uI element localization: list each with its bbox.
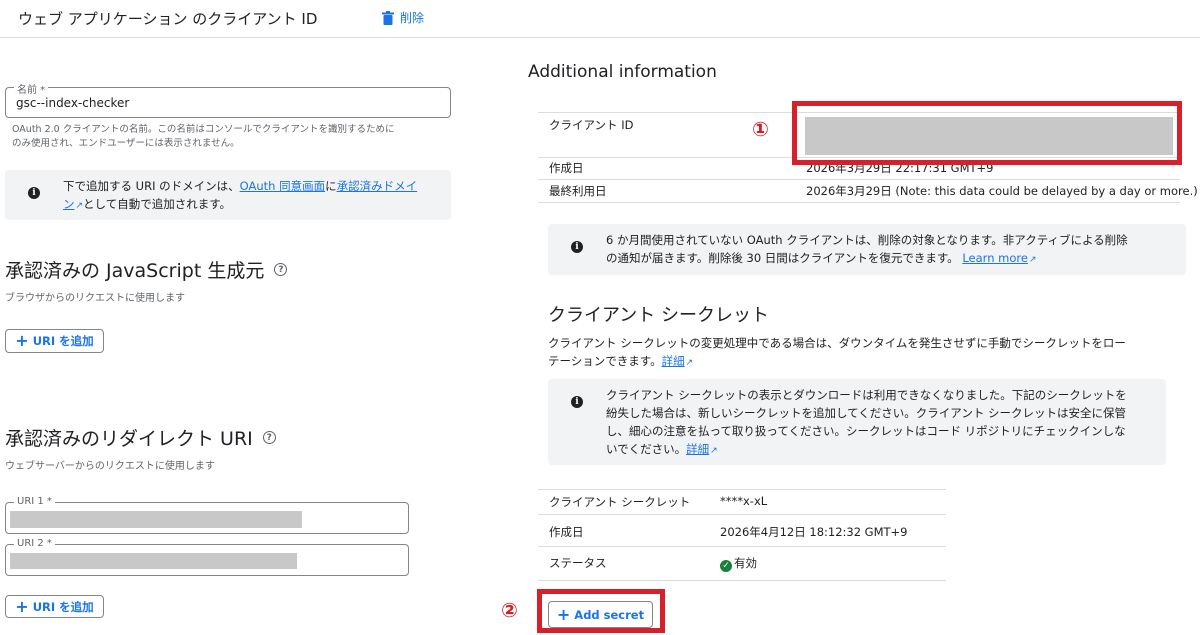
created-label: 作成日 bbox=[549, 161, 584, 175]
client-secret-description: クライアント シークレットの変更処理中である場合は、ダウンタイムを発生させずに手… bbox=[548, 334, 1198, 372]
js-origins-title: 承認済みの JavaScript 生成元 bbox=[5, 260, 265, 282]
details-link[interactable]: 詳細 bbox=[662, 354, 685, 368]
secret-notice-text: クライアント シークレットの表示とダウンロードは利用できなくなりました。下記のシ… bbox=[606, 386, 1162, 460]
divider bbox=[538, 580, 946, 581]
uri1-redacted-value bbox=[10, 511, 302, 528]
add-js-origin-label: URI を追加 bbox=[32, 334, 94, 348]
page-title: ウェブ アプリケーション のクライアント ID bbox=[18, 10, 318, 28]
annotation-box-2 bbox=[537, 589, 665, 633]
uri2-field[interactable]: URI 2 * bbox=[5, 538, 409, 576]
info-icon: i bbox=[571, 396, 583, 408]
domain-notice: i 下で追加する URI のドメインは、OAuth 同意画面に承認済みドメイン↗… bbox=[5, 170, 451, 220]
domain-notice-text: 下で追加する URI のドメインは、OAuth 同意画面に承認済みドメイン↗とし… bbox=[63, 177, 443, 215]
annotation-box-1 bbox=[792, 101, 1182, 165]
external-link-icon: ↗ bbox=[1028, 255, 1037, 265]
redirect-uris-title: 承認済みのリダイレクト URI bbox=[5, 428, 253, 450]
inactive-notice-line1: 6 か月間使用されていない OAuth クライアントは、削除の対象となります。非… bbox=[606, 233, 1128, 247]
trash-icon bbox=[382, 10, 394, 25]
uri1-field[interactable]: URI 1 * bbox=[5, 496, 409, 534]
secret-created-value: 2026年4月12日 18:12:32 GMT+9 bbox=[720, 525, 908, 539]
inactive-notice-text: 6 か月間使用されていない OAuth クライアントは、削除の対象となります。非… bbox=[606, 231, 1176, 269]
secret-notice-line3: し、細心の注意を払って取り扱ってください。シークレットはコード リポジトリにチェ… bbox=[606, 424, 1126, 438]
divider bbox=[538, 202, 1180, 203]
js-origins-title-row: 承認済みの JavaScript 生成元 ? bbox=[5, 256, 288, 283]
uri2-field-label: URI 2 * bbox=[14, 538, 55, 549]
name-helper-line2: のみ使用され、エンドユーザーには表示されません。 bbox=[12, 138, 240, 149]
redirect-uris-title-row: 承認済みのリダイレクト URI ? bbox=[5, 424, 276, 451]
uri2-redacted-value bbox=[10, 553, 297, 569]
uri1-field-label: URI 1 * bbox=[14, 496, 55, 507]
authorized-domains-link-cont[interactable]: ン bbox=[63, 197, 75, 211]
annotation-marker-2: ② bbox=[501, 598, 518, 622]
help-icon[interactable]: ? bbox=[274, 263, 288, 276]
external-link-icon: ↗ bbox=[75, 201, 84, 211]
inactive-client-notice: i 6 か月間使用されていない OAuth クライアントは、削除の対象となります… bbox=[548, 224, 1186, 275]
divider bbox=[538, 514, 946, 515]
additional-info-title: Additional information bbox=[528, 62, 717, 82]
domain-notice-mid: に bbox=[325, 179, 337, 193]
secret-download-notice: i クライアント シークレットの表示とダウンロードは利用できなくなりました。下記… bbox=[548, 379, 1166, 465]
help-icon[interactable]: ? bbox=[262, 431, 276, 444]
divider bbox=[538, 489, 946, 490]
annotation-marker-1: ① bbox=[752, 117, 769, 141]
delete-button[interactable]: 削除 bbox=[382, 9, 424, 26]
notice-details-link[interactable]: 詳細 bbox=[686, 442, 709, 456]
external-link-icon: ↗ bbox=[710, 446, 718, 456]
plus-icon: + bbox=[15, 331, 29, 350]
secret-created-label: 作成日 bbox=[549, 525, 584, 539]
name-helper-line1: OAuth 2.0 クライアントの名前。この名前はコンソールでクライアントを識別… bbox=[12, 124, 395, 135]
status-label: ステータス bbox=[549, 556, 607, 570]
plus-icon: + bbox=[15, 596, 29, 616]
last-used-label: 最終利用日 bbox=[549, 184, 607, 198]
oauth-consent-link[interactable]: OAuth 同意画面 bbox=[240, 179, 325, 193]
last-used-value: 2026年3月29日 (Note: this data could be del… bbox=[806, 184, 1198, 198]
domain-notice-pre: 下で追加する URI のドメインは、 bbox=[63, 179, 240, 193]
domain-notice-post: として自動で追加されます。 bbox=[83, 197, 232, 211]
add-redirect-uri-button[interactable]: + URI を追加 bbox=[5, 595, 104, 618]
client-secret-title: クライアント シークレット bbox=[548, 305, 770, 326]
secret-notice-line2: 紛失した場合は、新しいシークレットを追加してください。クライアント シークレット… bbox=[606, 406, 1126, 420]
add-redirect-uri-label: URI を追加 bbox=[32, 599, 94, 614]
external-link-icon: ↗ bbox=[685, 358, 694, 368]
client-secret-desc-line2: テーションできます。 bbox=[548, 354, 662, 368]
add-js-origin-uri-button[interactable]: + URI を追加 bbox=[5, 329, 104, 353]
secret-label: クライアント シークレット bbox=[549, 495, 691, 509]
authorized-domains-link[interactable]: 承認済みドメイ bbox=[337, 179, 418, 193]
info-icon: i bbox=[571, 241, 583, 253]
secret-notice-line1: クライアント シークレットの表示とダウンロードは利用できなくなりました。下記のシ… bbox=[606, 388, 1127, 402]
divider bbox=[538, 179, 1180, 180]
delete-label: 削除 bbox=[400, 11, 425, 25]
secret-value: ****x-xL bbox=[720, 494, 768, 508]
redirect-uris-subtitle: ウェブサーバーからのリクエストに使用します bbox=[5, 461, 215, 472]
inactive-notice-line2: の通知が届きます。削除後 30 日間はクライアントを復元できます。 bbox=[606, 251, 959, 265]
name-field-value: gsc--index-checker bbox=[16, 96, 130, 110]
info-icon: i bbox=[28, 187, 40, 199]
check-circle-icon: ✓ bbox=[720, 560, 732, 572]
name-field[interactable]: 名前 * gsc--index-checker bbox=[5, 81, 451, 118]
status-value-row: ✓ 有効 bbox=[720, 555, 757, 572]
name-helper-text: OAuth 2.0 クライアントの名前。この名前はコンソールでクライアントを識別… bbox=[12, 123, 394, 151]
divider bbox=[538, 546, 946, 547]
status-value: 有効 bbox=[734, 556, 757, 570]
client-id-label: クライアント ID bbox=[549, 118, 634, 132]
client-secret-desc-line1: クライアント シークレットの変更処理中である場合は、ダウンタイムを発生させずに手… bbox=[548, 336, 1126, 350]
secret-notice-line4: いでください。 bbox=[606, 442, 687, 456]
learn-more-link[interactable]: Learn more bbox=[962, 251, 1028, 265]
js-origins-subtitle: ブラウザからのリクエストに使用します bbox=[5, 293, 185, 304]
name-field-label: 名前 * bbox=[14, 81, 49, 96]
